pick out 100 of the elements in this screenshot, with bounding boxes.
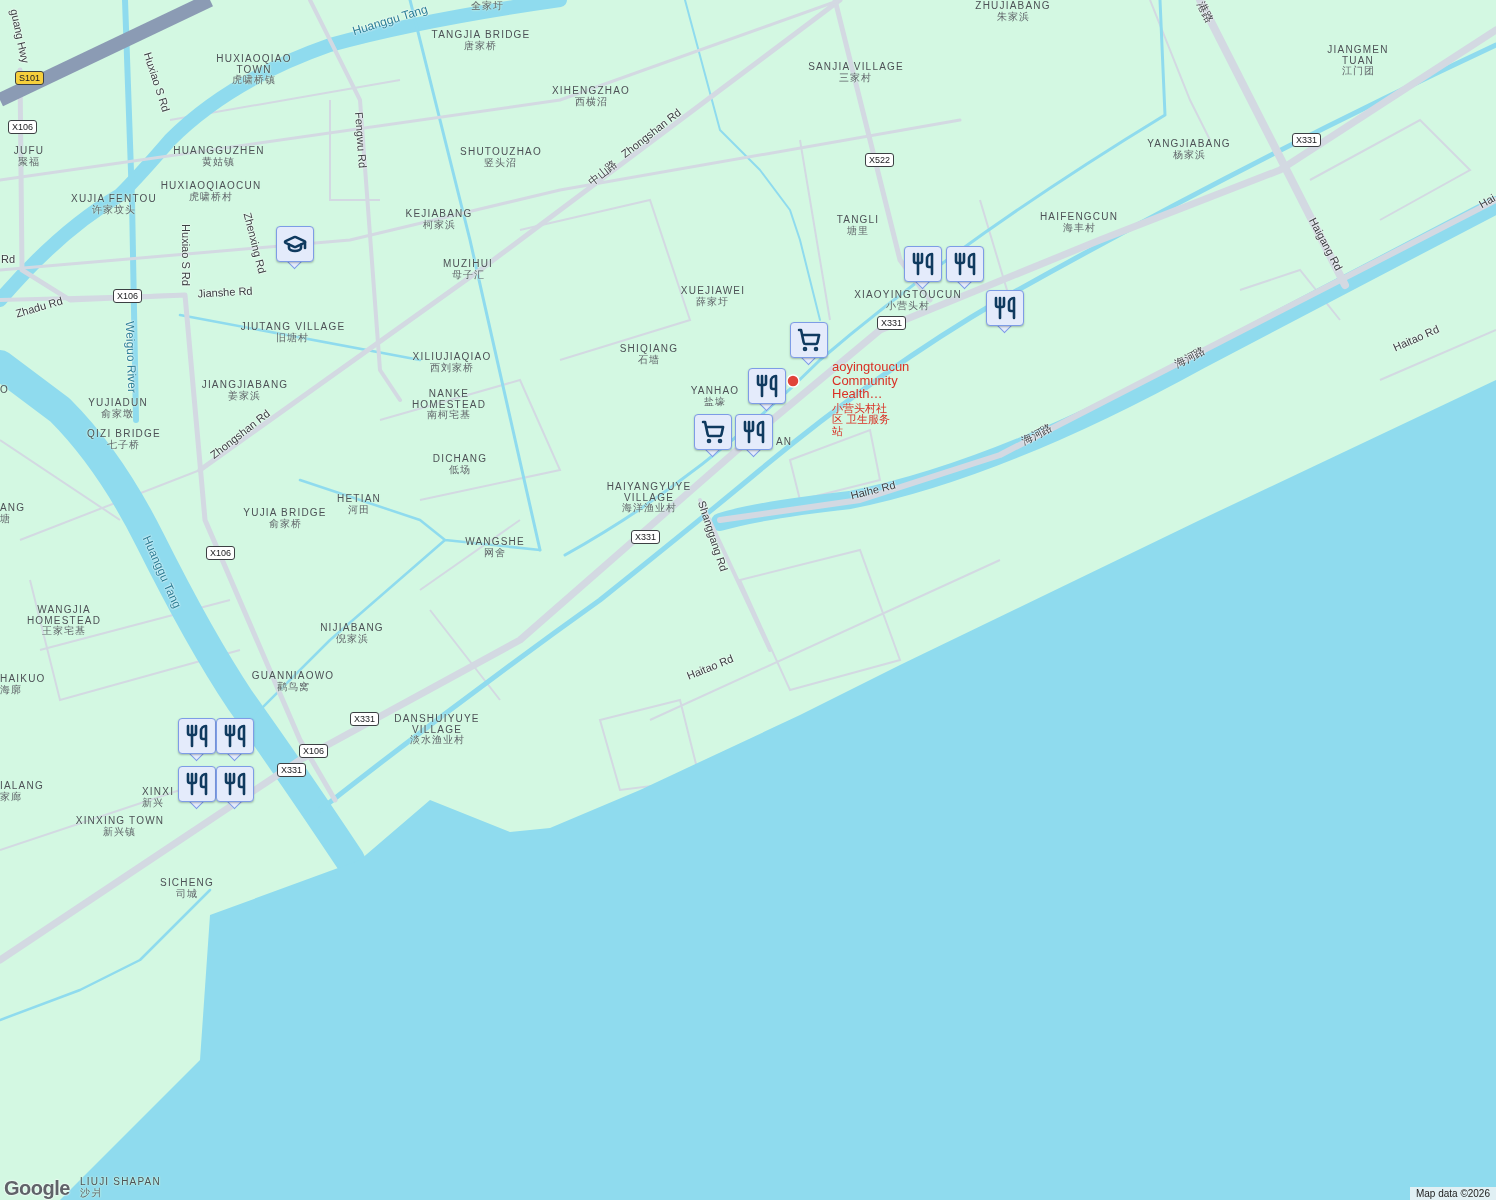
road-label: Jianshe Rd <box>197 284 253 300</box>
place-local-name: 海洋渔业村 <box>621 503 677 514</box>
place-local-name: 姜家浜 <box>228 390 262 401</box>
place-local-name: 西刘家桥 <box>430 362 474 373</box>
route-shield: S101 <box>15 71 45 85</box>
place-local-name: 三家村 <box>839 72 873 83</box>
road-label: 海河路 <box>1018 419 1056 449</box>
route-shield: X106 <box>299 744 329 758</box>
place-name: LIUJI SHAPAN <box>80 1177 161 1187</box>
place-local-name: 虎啸桥村 <box>189 191 233 202</box>
place-name: NIJIABANG <box>320 623 384 633</box>
place-name: HAIKUO <box>0 674 46 684</box>
map-attribution: Map data ©2026 <box>1409 1187 1496 1200</box>
fork-knife-icon <box>185 724 209 748</box>
place-local-name: 塘 <box>0 513 11 524</box>
waterway-label: Weiguo River <box>122 320 140 394</box>
place-local-name: 海丰村 <box>1062 222 1096 233</box>
place-local-name: 石墙 <box>638 354 660 365</box>
place-local-name: 聚福 <box>18 156 40 167</box>
road-label: 海河路 <box>1171 342 1209 372</box>
place-name: JIUTANG VILLAGE <box>240 322 346 332</box>
place-local-name: 杨家浜 <box>1172 149 1206 160</box>
place-local-name: 俞家桥 <box>268 518 302 529</box>
fork-knife-icon <box>993 296 1017 320</box>
place-name: XINXI <box>142 787 175 797</box>
road-label: Fengwu Rd <box>353 111 369 169</box>
fork-knife-icon <box>911 252 935 276</box>
place-name: O <box>0 385 9 396</box>
place-local-name: 虎啸桥镇 <box>232 75 276 86</box>
fork-knife-icon <box>742 420 766 444</box>
route-shield: X331 <box>877 316 907 330</box>
place-local-name: 竖头沼 <box>484 157 518 168</box>
place-name: YANHAO <box>690 386 740 396</box>
place-local-name: 网舍 <box>484 547 506 558</box>
place-name: ZHUJIABANG <box>975 1 1051 11</box>
place-name: XIHENGZHAO <box>551 86 631 96</box>
place-name: MUZIHUI <box>442 259 494 270</box>
place-name: XUJIA FENTOU <box>71 194 157 204</box>
road-label: Zhadu Rd <box>14 294 64 320</box>
fork-knife-icon <box>223 772 247 796</box>
place-name: JIANGMEN TUAN <box>1326 45 1390 66</box>
place-local-name: 南柯宅基 <box>427 410 471 421</box>
place-local-name: 江门团 <box>1341 66 1375 77</box>
place-local-name: 黄姑镇 <box>202 156 236 167</box>
place-name: DANSHUIYUYE VILLAGE <box>393 714 481 735</box>
place-name: SHIQIANG <box>619 344 679 354</box>
route-shield: X522 <box>865 153 895 167</box>
place-name: DICHANG <box>432 454 488 465</box>
place-local-name: 小营头村 <box>886 300 930 311</box>
place-name: JIANGJIABANG <box>201 380 289 390</box>
place-name: IALANG <box>0 781 44 791</box>
place-name: HUXIAOQIAO TOWN <box>215 54 293 75</box>
place-local-name: 小营头村社区 卫生服务站 <box>832 402 892 438</box>
fork-knife-icon <box>755 374 779 398</box>
place-name: SHUTOUZHAO <box>460 147 542 157</box>
place-name: QIZI BRIDGE <box>87 429 161 439</box>
place-name: HETIAN <box>337 494 381 505</box>
road-label: Huxiao S Rd <box>180 224 192 286</box>
place-local-name: 俞家墩 <box>101 408 135 419</box>
route-shield: X331 <box>277 763 307 777</box>
place-name: KEJIABANG <box>405 209 473 219</box>
route-shield: X106 <box>8 120 38 134</box>
place-name: GUANNIAOWO <box>251 671 335 681</box>
road-label: Zhenxing Rd <box>241 211 269 275</box>
road-label: 中山路 <box>585 156 621 190</box>
route-shield: X331 <box>350 712 380 726</box>
waterway-label: Huanggu Tang <box>350 1 430 39</box>
place-local-name: 鹳鸟窝 <box>276 681 310 692</box>
place-local-name: 海廓 <box>0 684 22 695</box>
place-local-name: 倪家浜 <box>335 633 369 644</box>
health-pin-icon[interactable] <box>786 374 800 388</box>
shopping-cart-icon <box>701 420 725 444</box>
place-local-name: 柯家浜 <box>422 219 456 230</box>
place-local-name: 王家宅基 <box>42 626 86 637</box>
place-local-name: 全家圩 <box>470 1 504 12</box>
place-name: XUEJIAWEI <box>680 286 746 296</box>
place-local-name: 家廊 <box>0 791 22 802</box>
place-name: TANGJIA BRIDGE <box>431 30 531 40</box>
place-name: HUXIAOQIAOCUN <box>160 181 262 192</box>
place-name: XINXING TOWN <box>75 816 165 826</box>
place-name: NANKE HOMESTEAD <box>410 389 488 410</box>
road-label: guang Hwy <box>8 7 32 65</box>
road-label: Hai <box>1476 191 1496 211</box>
place-local-name: 朱家浜 <box>996 11 1030 22</box>
map-logo: Google <box>4 1178 70 1198</box>
place-local-name: 司城 <box>176 888 198 899</box>
shopping-cart-icon <box>797 328 821 352</box>
road-label: Haitao Rd <box>1391 322 1441 354</box>
place-name: SICHENG <box>160 878 214 889</box>
place-name: HUANGGUZHEN <box>173 146 265 156</box>
place-local-name: 旧塘村 <box>276 332 310 343</box>
place-local-name: 新兴 <box>142 797 164 808</box>
road-label: 港路 <box>1194 0 1217 26</box>
shop-marker[interactable] <box>694 414 732 459</box>
road-label: Rd <box>0 253 16 265</box>
place-local-name: 西横沼 <box>574 96 608 107</box>
place-local-name: 塘里 <box>847 225 869 236</box>
fork-knife-icon <box>953 252 977 276</box>
place-local-name: 七子桥 <box>107 439 141 450</box>
place-name: aoyingtoucun Community Health… <box>832 360 911 401</box>
